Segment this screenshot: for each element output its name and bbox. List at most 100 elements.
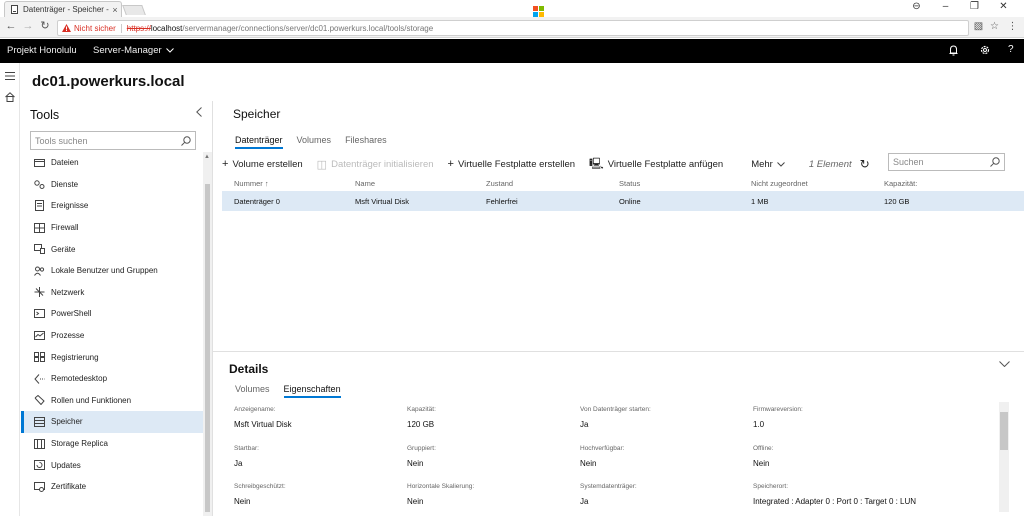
- project-title[interactable]: Projekt Honolulu: [7, 45, 77, 56]
- refresh-icon[interactable]: ↻: [860, 157, 870, 171]
- browser-tab[interactable]: Datenträger - Speicher - ×: [4, 1, 122, 17]
- sidebar-item[interactable]: Storage Replica: [21, 433, 203, 455]
- updates-icon: [33, 459, 45, 471]
- firewall-icon: [33, 222, 45, 234]
- sidebar-item[interactable]: Registrierung: [21, 346, 203, 368]
- table-cell: 120 GB: [884, 196, 910, 206]
- property: Anzeigename: Msft Virtual Disk: [234, 402, 407, 441]
- scroll-thumb[interactable]: [1000, 412, 1008, 450]
- tab-title: Datenträger - Speicher -: [23, 5, 109, 14]
- sidebar-item[interactable]: Prozesse: [21, 325, 203, 347]
- create-volume-button[interactable]: + Volume erstellen: [222, 158, 303, 170]
- sidebar-item[interactable]: Dienste: [21, 174, 203, 196]
- bell-icon[interactable]: [949, 45, 958, 56]
- url-host: localhost: [150, 23, 183, 33]
- sidebar-item[interactable]: PowerShell: [21, 303, 203, 325]
- tools-search-input[interactable]: Tools suchen: [30, 131, 196, 150]
- minimize-button[interactable]: –: [931, 1, 960, 12]
- collapse-tools-icon[interactable]: [196, 107, 202, 117]
- bookmark-star-icon[interactable]: ☆: [988, 21, 1001, 32]
- tab-volumes[interactable]: Volumes: [297, 135, 332, 149]
- col-nummer[interactable]: Nummer ↑: [222, 179, 355, 188]
- main-search-input[interactable]: Suchen: [888, 153, 1005, 171]
- properties-grid: Anzeigename: Msft Virtual Disk Kapazität: 1…: [234, 402, 994, 518]
- sidebar-item[interactable]: Zertifikate: [21, 476, 203, 498]
- sidebar-item[interactable]: Netzwerk: [21, 282, 203, 304]
- more-menu-button[interactable]: Mehr: [751, 159, 785, 170]
- gear-icon[interactable]: [979, 44, 991, 56]
- brand-label: Microsoft: [548, 6, 593, 17]
- services-icon: [33, 178, 45, 190]
- logo-square: [539, 12, 544, 17]
- property: Gruppiert: Nein: [407, 441, 580, 480]
- new-tab-button[interactable]: [122, 5, 146, 15]
- details-tab-eigenschaften[interactable]: Eigenschaften: [283, 384, 341, 398]
- sidebar-item[interactable]: Speicher: [21, 411, 203, 433]
- table-row[interactable]: Datenträger 0 Msft Virtual Disk Fehlerfr…: [222, 191, 1024, 211]
- item-count: 1 Element: [808, 158, 852, 170]
- sidebar-item[interactable]: Lokale Benutzer und Gruppen: [21, 260, 203, 282]
- scroll-thumb[interactable]: [205, 184, 210, 512]
- tools-scrollbar[interactable]: ▲: [203, 152, 212, 516]
- url-bar[interactable]: Nicht sicher https:// localhost /serverm…: [57, 20, 969, 36]
- col-name[interactable]: Name: [355, 179, 486, 188]
- property-label: Offline:: [753, 444, 774, 452]
- tab-close-icon[interactable]: ×: [109, 5, 121, 15]
- back-arrow-icon[interactable]: ←: [4, 19, 18, 33]
- processes-icon: [33, 330, 45, 342]
- security-warning[interactable]: Nicht sicher: [62, 23, 122, 33]
- table-cell: Fehlerfrei: [486, 196, 518, 206]
- chevron-down-icon[interactable]: [999, 361, 1010, 367]
- sidebar-item[interactable]: Geräte: [21, 238, 203, 260]
- details-tab-volumes[interactable]: Volumes: [235, 384, 270, 398]
- browser-menu-icon[interactable]: ⋮: [1006, 21, 1019, 32]
- profile-icon[interactable]: ⊖: [902, 1, 931, 12]
- tab-fileshares[interactable]: Fileshares: [345, 135, 387, 149]
- init-disk-button[interactable]: ◫ Datenträger initialisieren: [317, 158, 434, 171]
- forward-arrow-icon[interactable]: →: [21, 19, 35, 33]
- sidebar-item[interactable]: Rollen und Funktionen: [21, 390, 203, 412]
- property-label: Gruppiert:: [407, 444, 436, 452]
- close-window-button[interactable]: ✕: [989, 1, 1018, 12]
- hamburger-menu-icon[interactable]: [5, 72, 15, 80]
- create-vhd-button[interactable]: + Virtuelle Festplatte erstellen: [448, 158, 576, 170]
- server-manager-menu[interactable]: Server-Manager: [93, 45, 174, 56]
- storage-icon: [33, 416, 45, 428]
- help-icon[interactable]: ?: [1008, 44, 1014, 55]
- sidebar-item-label: Netzwerk: [51, 287, 85, 297]
- url-path: /servermanager/connections/server/dc01.p…: [182, 23, 434, 33]
- sidebar-item[interactable]: Dateien: [21, 152, 203, 174]
- sidebar-item-label: Lokale Benutzer und Gruppen: [51, 266, 158, 276]
- chevron-down-icon: [777, 161, 785, 167]
- create-vhd-label: Virtuelle Festplatte erstellen: [457, 158, 576, 170]
- translate-icon[interactable]: ▧: [972, 21, 985, 32]
- sidebar-item-label: Dienste: [51, 179, 79, 189]
- details-scrollbar[interactable]: [999, 402, 1009, 512]
- restore-button[interactable]: ❐: [960, 1, 989, 12]
- sidebar-item[interactable]: Remotedesktop: [21, 368, 203, 390]
- sidebar-item[interactable]: Updates: [21, 454, 203, 476]
- col-zustand[interactable]: Zustand: [486, 179, 619, 188]
- sidebar-item[interactable]: Firewall: [21, 217, 203, 239]
- reload-icon[interactable]: ↻: [38, 19, 52, 33]
- sidebar-item[interactable]: Ereignisse: [21, 195, 203, 217]
- home-icon[interactable]: [5, 92, 15, 102]
- sidebar-item-label: Geräte: [51, 244, 76, 254]
- property-label: Speicherort:: [753, 483, 789, 490]
- details-tabs: Volumes Eigenschaften: [235, 384, 341, 398]
- attach-vhd-button[interactable]: 🖳 Virtuelle Festplatte anfügen: [589, 155, 723, 174]
- col-nicht-zugeordnet[interactable]: Nicht zugeordnet: [751, 179, 884, 188]
- scroll-up-icon[interactable]: ▲: [204, 154, 210, 160]
- plus-icon: +: [222, 158, 229, 170]
- sidebar-item-label: Storage Replica: [51, 439, 108, 449]
- sidebar-item-label: Firewall: [51, 223, 79, 233]
- browser-tabstrip: [0, 0, 1024, 17]
- property-value: Nein: [753, 458, 770, 468]
- col-kapazitaet[interactable]: Kapazität:: [884, 179, 1004, 188]
- col-status[interactable]: Status: [619, 179, 751, 188]
- table-header: Nummer ↑ Name Zustand Status Nicht zugeo…: [222, 175, 1024, 191]
- network-icon: [33, 286, 45, 298]
- tab-datentraeger[interactable]: Datenträger: [235, 135, 283, 149]
- disk-table: Nummer ↑ Name Zustand Status Nicht zugeo…: [222, 175, 1024, 211]
- app-header: Projekt Honolulu Server-Manager ?: [0, 39, 1024, 63]
